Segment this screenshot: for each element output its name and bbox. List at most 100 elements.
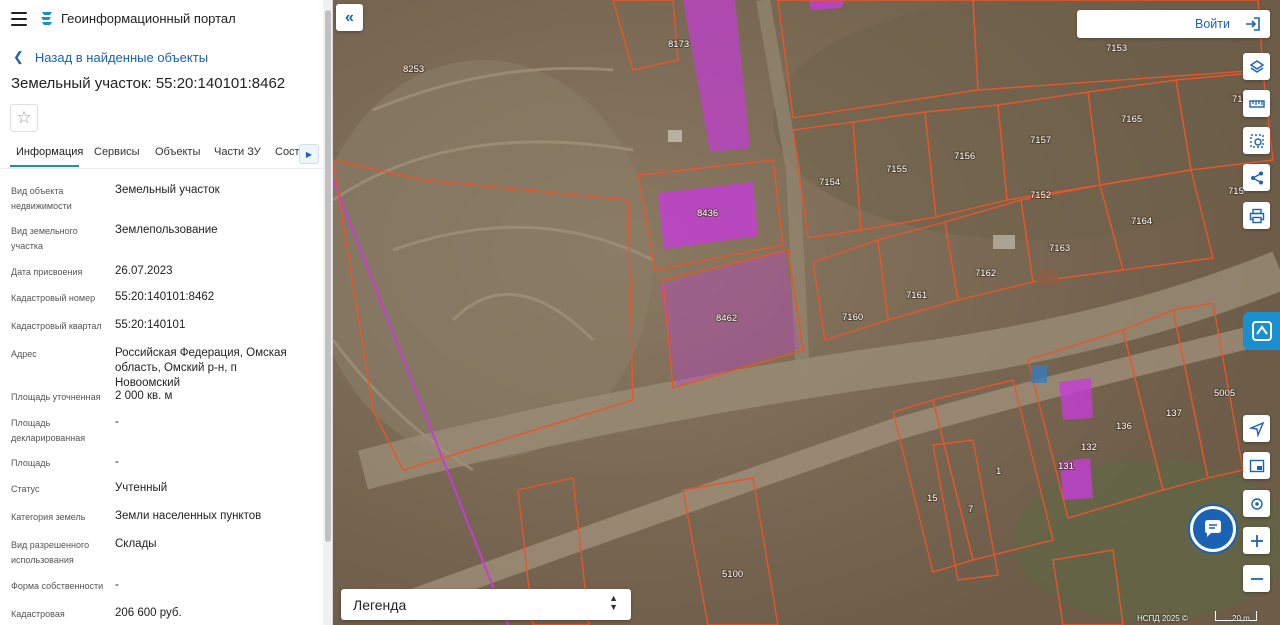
plot-label: 7157	[1030, 135, 1051, 146]
caret-right-icon: ▶	[305, 149, 313, 159]
ruler-button[interactable]	[1243, 90, 1270, 117]
plot-label: 8253	[403, 64, 424, 75]
print-button[interactable]	[1243, 202, 1270, 229]
prop-value: -	[115, 579, 119, 591]
plot-label: 8173	[668, 39, 689, 50]
active-tab-indicator	[10, 165, 79, 167]
ruler-icon	[1248, 99, 1265, 108]
prop-label: Категория земель	[11, 512, 86, 522]
collapse-panel-button[interactable]: «	[336, 4, 363, 31]
minimap-icon	[1249, 459, 1264, 472]
prop-label: Вид разрешенного использования	[11, 540, 90, 565]
login-icon	[1246, 17, 1260, 31]
portal-logo-icon	[41, 12, 52, 25]
plot-label: 1	[996, 466, 1001, 477]
prop-label: Форма собственности	[11, 581, 104, 591]
prop-value: Земельный участок	[115, 184, 220, 196]
prop-value: 26.07.2023	[115, 265, 173, 277]
prop-label: Адрес	[11, 349, 37, 359]
chevron-left-icon: ❮	[13, 49, 24, 64]
back-to-results-link[interactable]: ❮ Назад в найденные объекты	[13, 49, 208, 65]
prop-value: 55:20:140101:8462	[115, 291, 215, 303]
plot-label: 132	[1081, 442, 1097, 453]
plot-label: 131	[1058, 461, 1074, 472]
prop-label: Кадастровый номер	[11, 293, 96, 303]
tab-bar: Информация Сервисы Объекты Части ЗУ Сост…	[0, 140, 323, 168]
back-link-label: Назад в найденные объекты	[34, 49, 209, 65]
tab-services[interactable]: Сервисы	[94, 146, 140, 158]
plot-label: 7155	[886, 164, 907, 175]
plot-label: 7165	[1121, 114, 1142, 125]
select-area-icon	[1249, 133, 1264, 148]
prop-label: Кадастровая	[11, 609, 65, 619]
prop-label: Статус	[11, 484, 40, 494]
star-icon: ☆	[16, 108, 32, 127]
locate-button[interactable]	[1243, 490, 1270, 517]
side-panel-icon	[1251, 321, 1272, 341]
favorite-button[interactable]: ☆	[10, 104, 38, 132]
plot-label: 136	[1116, 421, 1132, 432]
panel-scrollbar[interactable]	[323, 0, 332, 625]
plot-label: 8436	[697, 208, 718, 219]
prop-label: Дата присвоения	[11, 267, 83, 277]
prop-label: Площадь	[11, 458, 51, 468]
top-bar: Геоинформационный портал	[0, 0, 332, 38]
zoom-in-button[interactable]	[1243, 527, 1270, 554]
scroll-thumb[interactable]	[325, 10, 331, 542]
satellite-map[interactable]: 8173 8253 7153 7159 7165 7156 7157 7155 …	[333, 0, 1280, 625]
page-title: Земельный участок: 55:20:140101:8462	[11, 75, 286, 92]
prop-value: Земли населенных пунктов	[115, 510, 262, 522]
plot-label: 137	[1166, 408, 1182, 419]
minimap-button[interactable]	[1243, 452, 1270, 479]
menu-icon[interactable]	[11, 12, 27, 26]
plot-label: 5005	[1214, 388, 1235, 399]
zoom-out-button[interactable]	[1243, 565, 1270, 592]
layers-button[interactable]	[1243, 53, 1270, 80]
locate-icon	[1250, 497, 1263, 510]
zoom-in-icon	[1250, 534, 1263, 547]
prop-label: Вид объекта недвижимости	[11, 186, 72, 211]
plot-label: 7162	[975, 268, 996, 279]
prop-value: Российская Федерация, Омская область, Ом…	[115, 347, 287, 389]
plot-label: 7161	[906, 290, 927, 301]
plot-label: 7160	[842, 312, 863, 323]
share-button[interactable]	[1243, 164, 1270, 191]
chat-icon	[1205, 520, 1221, 537]
plot-label: 7164	[1131, 216, 1152, 227]
scale-label: 20 m	[1232, 614, 1250, 623]
app: Геоинформационный портал ❮ Назад в найде…	[0, 0, 1280, 625]
prop-value: Землепользование	[115, 224, 218, 236]
tab-information[interactable]: Информация	[16, 146, 83, 158]
login-button[interactable]: Войти	[1077, 10, 1270, 38]
layers-icon	[1249, 59, 1264, 73]
side-panel-tab[interactable]	[1243, 312, 1280, 350]
legend-label: Легенда	[353, 597, 407, 613]
select-area-button[interactable]	[1243, 127, 1270, 154]
legend-dropdown[interactable]: Легенда ▲ ▼	[341, 589, 631, 620]
prop-value: 206 600 руб.	[115, 607, 182, 619]
plot-label: 7154	[819, 177, 840, 188]
plot-label: 8462	[716, 313, 737, 324]
login-label: Войти	[1195, 17, 1230, 31]
plot-label: 7163	[1049, 243, 1070, 254]
tabs-next-button[interactable]: ▶	[299, 144, 319, 164]
prop-label: Вид земельного участка	[11, 226, 78, 251]
plot-label: 7	[968, 504, 973, 515]
divider	[0, 168, 323, 169]
prop-value: 2 000 кв. м	[115, 390, 173, 402]
info-panel: Геоинформационный портал ❮ Назад в найде…	[0, 0, 333, 625]
prop-value: -	[115, 416, 119, 428]
navigate-button[interactable]	[1243, 415, 1270, 442]
tab-composition[interactable]: Состав	[275, 146, 300, 158]
prop-label: Кадастровый квартал	[11, 321, 102, 331]
chat-button[interactable]	[1190, 506, 1236, 552]
prop-label: Площадь декларированная	[11, 418, 86, 443]
plot-label: 7156	[954, 151, 975, 162]
prop-value: Склады	[115, 538, 157, 550]
tab-objects[interactable]: Объекты	[155, 146, 200, 158]
tab-parts[interactable]: Части ЗУ	[214, 146, 261, 158]
map-view[interactable]: 8173 8253 7153 7159 7165 7156 7157 7155 …	[333, 0, 1280, 625]
prop-value: Учтенный	[115, 482, 168, 494]
prop-value: 55:20:140101	[115, 319, 186, 331]
map-copyright: НСПД 2025 ©	[1137, 614, 1188, 623]
